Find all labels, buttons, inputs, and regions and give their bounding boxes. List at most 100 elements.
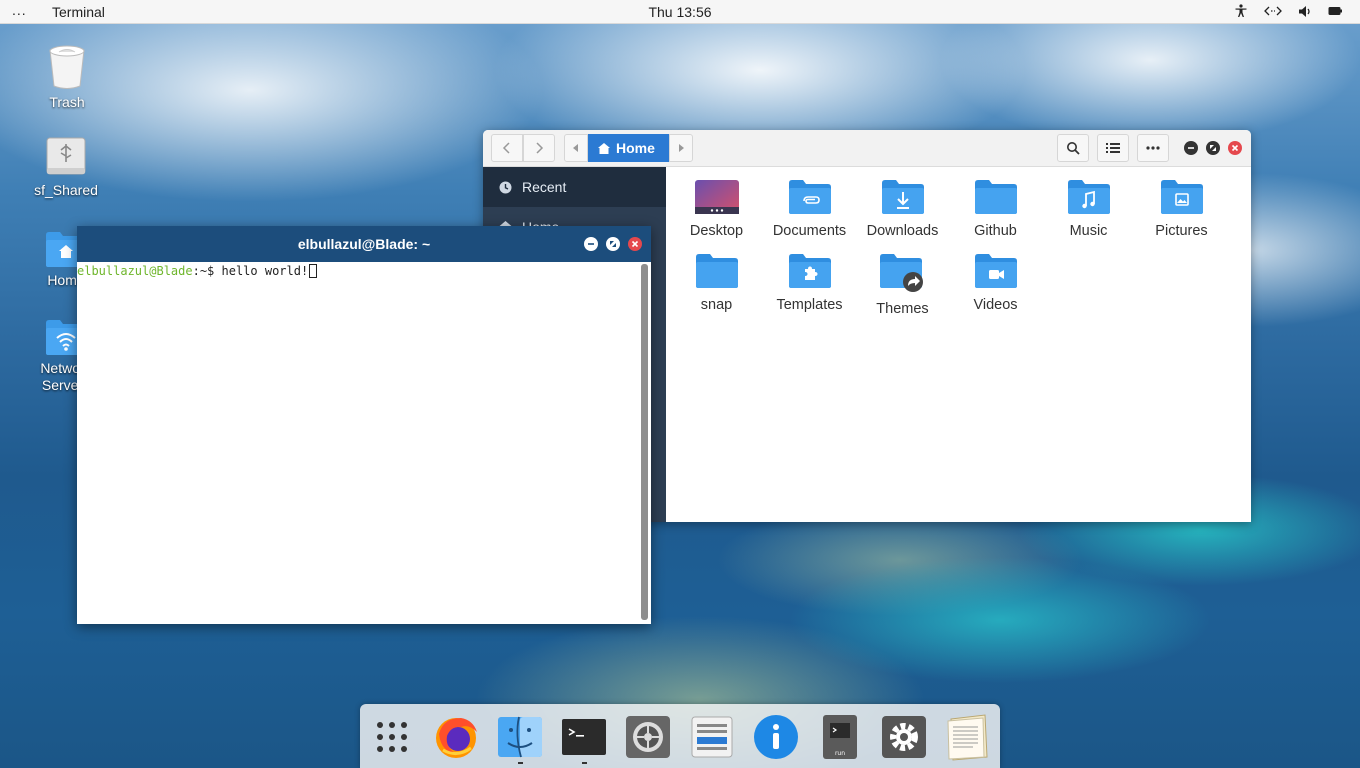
dock-item-settings[interactable] [880,712,928,762]
dock-item-info[interactable] [752,712,800,762]
app-grid-icon [377,722,407,752]
clock-icon [499,181,512,193]
file-manager-headerbar: Home [483,130,1251,167]
folder-icon [695,254,738,288]
folder-item-music[interactable]: Music [1042,179,1135,239]
terminal-close-button[interactable] [628,237,642,251]
chevron-right-icon [536,142,544,154]
accessibility-icon[interactable] [1234,4,1248,18]
software-updater-icon [691,716,733,758]
dock-item-app-grid[interactable] [368,712,416,762]
terminal-command: hello world! [221,264,309,278]
terminal-minimize-button[interactable] [584,237,598,251]
folder-item-themes[interactable]: Themes [856,253,949,317]
running-indicator [582,762,587,764]
videos-folder-icon [974,254,1017,288]
dock-item-run-command[interactable]: run [816,712,864,762]
clock-container: Thu 13:56 [0,4,1360,20]
network-icon[interactable] [1264,5,1282,17]
home-icon [598,142,610,154]
breadcrumb-right-arrow[interactable] [668,134,693,162]
folder-label: Videos [973,297,1018,313]
search-button[interactable] [1057,134,1089,162]
usb-drive-icon [46,137,86,175]
desktop-folder-icon [694,180,739,214]
scrollbar-thumb[interactable] [641,264,648,620]
folder-item-documents[interactable]: Documents [763,179,856,239]
sidebar-item-label: Recent [522,179,567,195]
sidebar-item-recent[interactable]: Recent [483,167,666,207]
chevron-left-icon [502,142,510,154]
info-icon [754,715,798,759]
documents-folder-icon [788,180,831,214]
minimize-icon [588,243,594,245]
text-editor-icon [947,714,988,761]
desktop-icon-sf-shared[interactable]: sf_Shared [16,136,116,199]
file-manager-icon [498,716,542,758]
breadcrumb-label: Home [616,140,655,156]
app-menu[interactable]: Terminal [52,4,105,20]
terminal-window: elbullazul@Blade: ~ elbullazul@Blade:~$ … [77,226,651,624]
terminal-scrollbar[interactable] [641,264,648,620]
system-settings-icon [626,716,670,758]
maximize-icon [610,241,616,247]
music-folder-icon [1067,180,1110,214]
running-indicator [518,762,523,764]
dock-item-text-editor[interactable] [944,712,992,762]
system-indicators [1234,4,1342,18]
folder-label: snap [700,297,733,313]
back-button[interactable] [491,134,523,162]
battery-icon[interactable] [1328,6,1342,16]
folder-item-templates[interactable]: Templates [763,253,856,313]
folder-label: Templates [776,297,843,313]
triangle-left-icon [573,144,578,152]
terminal-output[interactable]: elbullazul@Blade:~$ hello world! [77,262,651,624]
minimize-icon [1188,147,1194,149]
volume-icon[interactable] [1298,5,1312,18]
desktop-icon-trash[interactable]: Trash [17,44,117,111]
folder-item-desktop[interactable]: Desktop [670,179,763,239]
folder-icon [974,180,1017,214]
prompt-path: :~$ [192,264,222,278]
dock-item-firefox[interactable] [432,712,480,762]
breadcrumb: Home [564,134,693,162]
folder-item-downloads[interactable]: Downloads [856,179,949,239]
close-button[interactable] [1228,141,1242,155]
templates-folder-icon [788,254,831,288]
menu-button[interactable] [1137,134,1169,162]
terminal-maximize-button[interactable] [606,237,620,251]
minimize-button[interactable] [1184,141,1198,155]
folder-item-pictures[interactable]: Pictures [1135,179,1228,239]
terminal-titlebar[interactable]: elbullazul@Blade: ~ [77,226,651,262]
desktop-icon-label: Trash [49,94,85,110]
terminal-icon [562,719,606,755]
triangle-right-icon [678,144,684,152]
dock-item-software-updater[interactable] [688,712,736,762]
list-icon [1106,143,1120,153]
more-icon [1146,146,1160,150]
breadcrumb-home[interactable]: Home [588,134,669,162]
view-list-button[interactable] [1097,134,1129,162]
dock-item-system-settings[interactable] [624,712,672,762]
desktop-icon-label: sf_Shared [34,182,98,198]
folder-label: Documents [772,223,847,239]
pictures-folder-icon [1160,180,1203,214]
maximize-button[interactable] [1206,141,1220,155]
folder-item-videos[interactable]: Videos [949,253,1042,313]
dock-item-file-manager[interactable] [496,712,544,762]
folder-item-snap[interactable]: snap [670,253,763,313]
prompt-user: elbullazul@Blade [77,264,193,278]
dock-item-terminal[interactable] [560,712,608,762]
folder-label: Themes [876,301,929,317]
close-icon [1231,144,1239,152]
terminal-title: elbullazul@Blade: ~ [297,236,431,252]
activities-menu[interactable]: ... [12,2,27,18]
run-command-label: run [835,750,845,757]
breadcrumb-left-arrow[interactable] [564,134,588,162]
forward-button[interactable] [523,134,555,162]
close-icon [631,240,639,248]
top-bar: ... Terminal Thu 13:56 [0,0,1360,24]
folder-item-github[interactable]: Github [949,179,1042,239]
clock[interactable]: Thu 13:56 [648,4,711,20]
folder-label: Pictures [1155,223,1208,239]
